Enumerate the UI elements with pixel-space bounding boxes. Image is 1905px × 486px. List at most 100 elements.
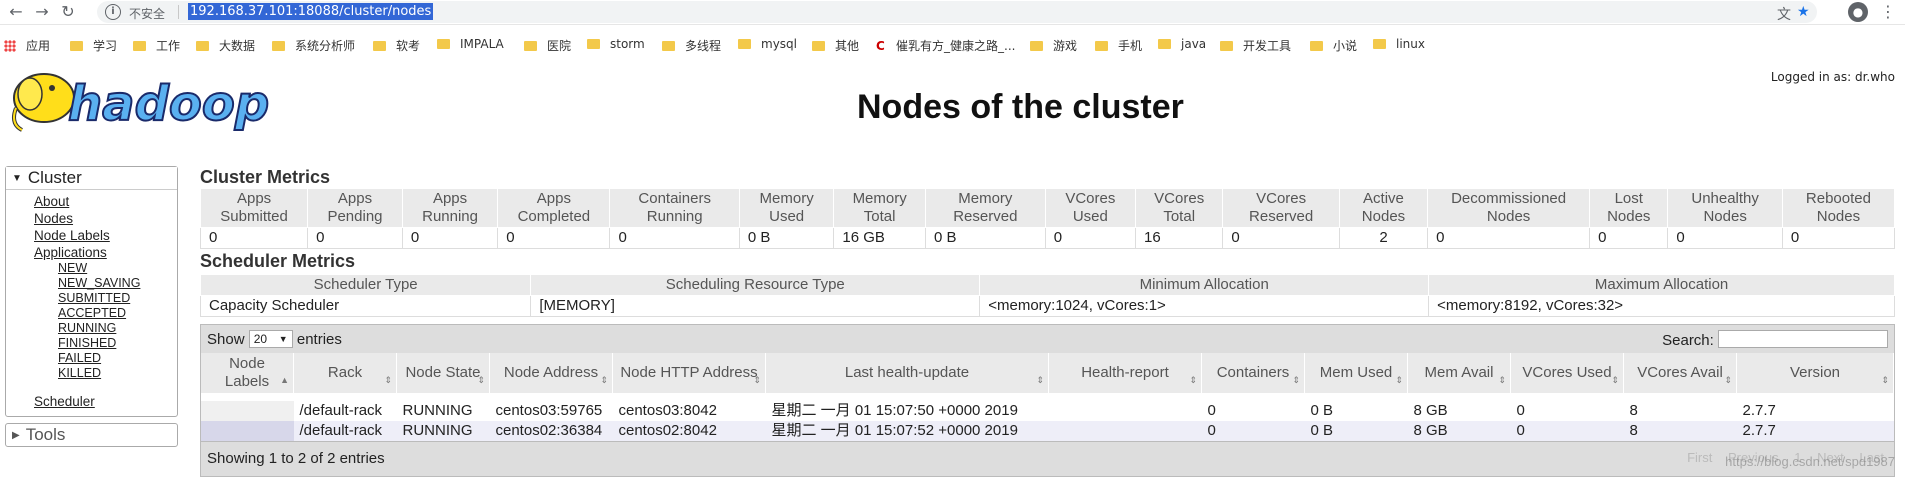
bookmark-apps[interactable]: 应用 [4, 37, 50, 54]
cell-containers: 0 [1201, 401, 1305, 421]
back-icon[interactable]: ← [6, 2, 26, 22]
bookmark-folder[interactable]: mysql [738, 37, 797, 51]
column-header-mem-used[interactable]: Mem Used ⇕ [1304, 353, 1408, 393]
column-header-health-report[interactable]: Health-report ⇕ [1048, 353, 1202, 393]
datatable-toolbar: Show 20 ▼ entries Search: [201, 325, 1894, 353]
folder-icon [587, 39, 600, 49]
cluster-section: ▼ Cluster About Nodes Node Labels Applica… [5, 166, 178, 417]
sidebar-link-applications[interactable]: Applications [34, 244, 177, 261]
column-header-node-labels[interactable]: Node Labels ▲ [201, 353, 294, 393]
metric-value: 0 B [738, 227, 835, 249]
decommissioned-nodes-link[interactable]: 0 [1436, 229, 1444, 246]
pager-first[interactable]: First [1687, 450, 1712, 465]
sidebar-link-node-labels[interactable]: Node Labels [34, 227, 177, 244]
app-state-finished[interactable]: FINISHED [58, 336, 177, 351]
bookmark-folder[interactable]: 小说 [1310, 37, 1357, 54]
folder-icon [1030, 41, 1043, 51]
bookmark-folder[interactable]: 医院 [524, 37, 571, 54]
bookmark-folder[interactable]: 学习 [70, 37, 117, 54]
table-row[interactable]: /default-rack RUNNING centos02:36384 cen… [201, 421, 1894, 441]
active-nodes-link[interactable]: 2 [1379, 229, 1387, 246]
bookmark-folder[interactable]: 大数据 [196, 37, 255, 54]
cell-containers: 0 [1201, 421, 1305, 441]
bookmark-folder[interactable]: 手机 [1095, 37, 1142, 54]
bookmark-folder[interactable]: 多线程 [662, 37, 721, 54]
app-state-submitted[interactable]: SUBMITTED [58, 291, 177, 306]
bookmark-folder[interactable]: 游戏 [1030, 37, 1077, 54]
page-size-select[interactable]: 20 ▼ [248, 330, 293, 348]
bookmark-folder[interactable]: 其他 [812, 37, 859, 54]
column-header-node-state[interactable]: Node State ⇕ [396, 353, 490, 393]
scheduler-value: <memory:8192, vCores:32> [1428, 295, 1895, 317]
cell-health-report [1048, 421, 1202, 441]
cell-mem-used: 0 B [1304, 421, 1408, 441]
folder-icon [70, 41, 83, 51]
folder-icon [1158, 39, 1171, 49]
lost-nodes-link[interactable]: 0 [1598, 229, 1606, 246]
account-icon[interactable]: ● [1848, 2, 1868, 22]
column-header-version[interactable]: Version ⇕ [1736, 353, 1894, 393]
app-state-new-saving[interactable]: NEW_SAVING [58, 276, 177, 291]
sort-both-icon: ⇕ [1395, 375, 1403, 385]
app-state-list: NEW NEW_SAVING SUBMITTED ACCEPTED RUNNIN… [34, 261, 177, 381]
app-state-killed[interactable]: KILLED [58, 366, 177, 381]
bookmark-folder[interactable]: 软考 [373, 37, 420, 54]
app-state-new[interactable]: NEW [58, 261, 177, 276]
translate-icon[interactable]: 文 [1777, 4, 1791, 24]
column-header-mem-avail[interactable]: Mem Avail ⇕ [1407, 353, 1511, 393]
reload-icon[interactable]: ↻ [58, 2, 78, 22]
hadoop-logo: hadoop [8, 64, 308, 144]
cell-node-state: RUNNING [396, 421, 490, 441]
folder-icon [133, 41, 146, 51]
unhealthy-nodes-link[interactable]: 0 [1676, 229, 1684, 246]
sidebar-link-scheduler[interactable]: Scheduler [34, 393, 177, 410]
bookmark-site[interactable]: C 催乳有方_健康之路_... [876, 37, 1015, 54]
metric-value: 0 [1781, 227, 1896, 249]
metric-header: VCores Used [1044, 188, 1136, 228]
app-state-failed[interactable]: FAILED [58, 351, 177, 366]
forward-icon[interactable]: → [32, 2, 52, 22]
search-input[interactable] [1718, 330, 1888, 348]
node-http-link[interactable]: centos03:8042 [619, 402, 717, 419]
app-state-accepted[interactable]: ACCEPTED [58, 306, 177, 321]
sidebar-link-nodes[interactable]: Nodes [34, 210, 177, 227]
column-header-last-health-update[interactable]: Last health-update ⇕ [765, 353, 1049, 393]
column-header-containers[interactable]: Containers ⇕ [1201, 353, 1305, 393]
bookmark-folder[interactable]: java [1158, 37, 1206, 51]
table-row[interactable]: /default-rack RUNNING centos03:59765 cen… [201, 401, 1894, 421]
bookmark-folder[interactable]: IMPALA [437, 37, 504, 51]
divider [178, 5, 179, 19]
sidebar-link-about[interactable]: About [34, 193, 177, 210]
scheduler-metrics-table: Scheduler Type Scheduling Resource Type … [199, 274, 1895, 317]
elephant-logo-icon: hadoop [12, 73, 270, 133]
bookmark-folder[interactable]: 开发工具 [1220, 37, 1291, 54]
app-state-running[interactable]: RUNNING [58, 321, 177, 336]
info-icon[interactable]: i [105, 4, 121, 20]
cell-node-address: centos03:59765 [489, 401, 613, 421]
bookmark-folder[interactable]: storm [587, 37, 645, 51]
column-header-vcores-used[interactable]: VCores Used ⇕ [1510, 353, 1624, 393]
bookmark-star-icon[interactable]: ★ [1797, 4, 1810, 20]
rebooted-nodes-link[interactable]: 0 [1791, 229, 1799, 246]
metric-value: 0 [401, 227, 499, 249]
tools-header[interactable]: ▶ Tools [5, 423, 178, 447]
column-header-node-http-address[interactable]: Node HTTP Address ⇕ [612, 353, 766, 393]
menu-icon[interactable]: ⋮ [1880, 2, 1896, 21]
cluster-header[interactable]: ▼ Cluster [6, 167, 177, 190]
node-http-link[interactable]: centos02:8042 [619, 422, 717, 439]
column-header-rack[interactable]: Rack ⇕ [293, 353, 397, 393]
folder-icon [437, 39, 450, 49]
sort-both-icon: ⇕ [1036, 375, 1044, 385]
bookmark-folder[interactable]: 工作 [133, 37, 180, 54]
page-title: Nodes of the cluster [857, 88, 1184, 126]
bookmark-folder[interactable]: 系统分析师 [272, 37, 355, 54]
address-bar[interactable]: i 不安全 192.168.37.101:18088/cluster/nodes… [97, 1, 1817, 23]
expanded-triangle-icon: ▼ [12, 173, 22, 184]
column-header-node-address[interactable]: Node Address ⇕ [489, 353, 613, 393]
url-text[interactable]: 192.168.37.101:18088/cluster/nodes [188, 3, 434, 20]
column-header-vcores-avail[interactable]: VCores Avail ⇕ [1623, 353, 1737, 393]
scheduler-metrics-title: Scheduler Metrics [200, 251, 356, 271]
cell-node-state: RUNNING [396, 401, 490, 421]
collapsed-triangle-icon: ▶ [12, 430, 20, 441]
bookmark-folder[interactable]: linux [1373, 37, 1425, 51]
